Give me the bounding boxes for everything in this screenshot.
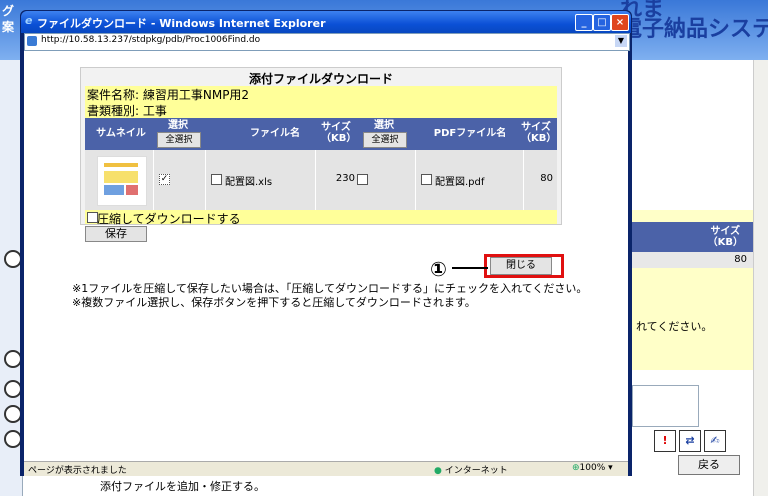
security-zone: ● インターネット <box>434 463 508 476</box>
pdf-name-cell: 配置図.pdf <box>415 150 524 210</box>
file-table-header: サムネイル 選択 全選択 ファイル名 サイズ （KB） 選択 全選択 PDFファ… <box>85 118 557 150</box>
app-header-fragment: グ <box>2 4 15 18</box>
callout-line <box>452 267 488 269</box>
page-content: 添付ファイルダウンロード 案件名称: 練習用工事NMP用2 書類種別: 工事 サ… <box>24 51 628 461</box>
status-bar: ページが表示されました ● インターネット ⊕100% ▾ <box>24 461 628 476</box>
app-note-text: れてください。 <box>636 320 713 333</box>
callout-number: ① <box>430 257 447 281</box>
zone-label: インターネット <box>444 466 508 476</box>
file-size: 230 <box>335 173 355 184</box>
pdf-select-cell <box>365 150 416 210</box>
back-button[interactable]: 戻る <box>678 455 740 475</box>
size-header: サイズ （KB） <box>707 226 743 248</box>
note-line-2: ※複数ファイル選択し、保存ボタンを押下すると圧縮してダウンロードされます。 <box>72 296 476 309</box>
download-dialog: 添付ファイルダウンロード 案件名称: 練習用工事NMP用2 書類種別: 工事 サ… <box>80 67 562 242</box>
zoom-icon: ⊕ <box>572 463 580 473</box>
app-icon-toolbar: ! ⇄ ✍ <box>654 430 729 452</box>
file-checkbox[interactable]: ✓ <box>159 174 170 185</box>
table-row: 80 <box>632 252 753 268</box>
col-file-name: ファイル名 <box>250 128 300 139</box>
size-value: 80 <box>734 254 747 265</box>
url-text[interactable]: http://10.58.13.237/stdpkg/pdb/Proc1006F… <box>41 35 260 45</box>
pdf-name-checkbox[interactable] <box>421 174 432 185</box>
pdf-size: 80 <box>540 173 553 184</box>
app-table-header: サイズ （KB） <box>632 222 753 252</box>
pdf-size-cell: 80 <box>523 150 557 210</box>
zip-label: 圧縮してダウンロードする <box>97 212 241 226</box>
maximize-button[interactable]: □ <box>593 14 611 31</box>
file-name-cell: 配置図.xls <box>205 150 316 210</box>
project-info: 案件名称: 練習用工事NMP用2 書類種別: 工事 <box>85 86 557 118</box>
app-text-area[interactable] <box>632 385 699 427</box>
globe-icon: ● <box>434 466 442 476</box>
table-row: ✓ 配置図.xls 230 配置図.pdf 80 <box>85 150 557 210</box>
file-name: 配置図.xls <box>225 177 273 188</box>
col-select: 選択 <box>168 120 188 131</box>
select-cell: ✓ <box>153 150 206 210</box>
file-name-checkbox[interactable] <box>211 174 222 185</box>
file-thumbnail[interactable] <box>97 156 147 206</box>
zoom-level: 100% <box>579 463 606 473</box>
address-bar[interactable]: http://10.58.13.237/stdpkg/pdb/Proc1006F… <box>24 33 630 51</box>
edit-icon[interactable]: ✍ <box>704 430 726 452</box>
document-type: 書類種別: 工事 <box>87 104 167 118</box>
col-pdf-name: PDFファイル名 <box>433 128 507 139</box>
close-button[interactable]: 閉じる <box>490 257 552 275</box>
zip-option-row: 圧縮してダウンロードする <box>85 210 557 226</box>
app-scrollbar[interactable] <box>753 60 768 496</box>
col-pdf-size: サイズ （KB） <box>521 122 557 144</box>
pdf-name: 配置図.pdf <box>435 177 485 188</box>
pdf-select-all-button[interactable]: 全選択 <box>363 132 407 148</box>
col-thumbnail: サムネイル <box>96 128 146 139</box>
ie-window: e ファイルダウンロード - Windows Internet Explorer… <box>20 10 632 476</box>
window-close-button[interactable]: × <box>611 14 629 31</box>
dialog-title: 添付ファイルダウンロード <box>248 72 393 86</box>
save-button[interactable]: 保存 <box>85 226 147 242</box>
col-size: サイズ （KB） <box>321 122 357 144</box>
app-title: れま 電子納品システム <box>620 0 768 42</box>
size-cell: 230 <box>315 150 368 210</box>
status-text: ページが表示されました <box>28 466 127 476</box>
swap-icon[interactable]: ⇄ <box>679 430 701 452</box>
ie-logo-icon: e <box>25 14 33 27</box>
project-name: 案件名称: 練習用工事NMP用2 <box>87 88 250 102</box>
zoom-control[interactable]: ⊕100% ▾ <box>572 463 613 473</box>
page-icon <box>27 36 37 46</box>
add-attachment-link[interactable]: 添付ファイルを追加・修正する。 <box>100 478 265 494</box>
col-pdf-select: 選択 <box>374 120 394 131</box>
app-header-fragment: 案 <box>2 20 15 34</box>
select-all-button[interactable]: 全選択 <box>157 132 201 148</box>
alert-icon[interactable]: ! <box>654 430 676 452</box>
minimize-button[interactable]: _ <box>575 14 593 31</box>
thumbnail-cell <box>85 150 154 210</box>
window-title: ファイルダウンロード - Windows Internet Explorer <box>37 17 326 30</box>
chevron-down-icon[interactable]: ▼ <box>615 35 627 47</box>
window-titlebar[interactable]: e ファイルダウンロード - Windows Internet Explorer… <box>21 11 631 33</box>
